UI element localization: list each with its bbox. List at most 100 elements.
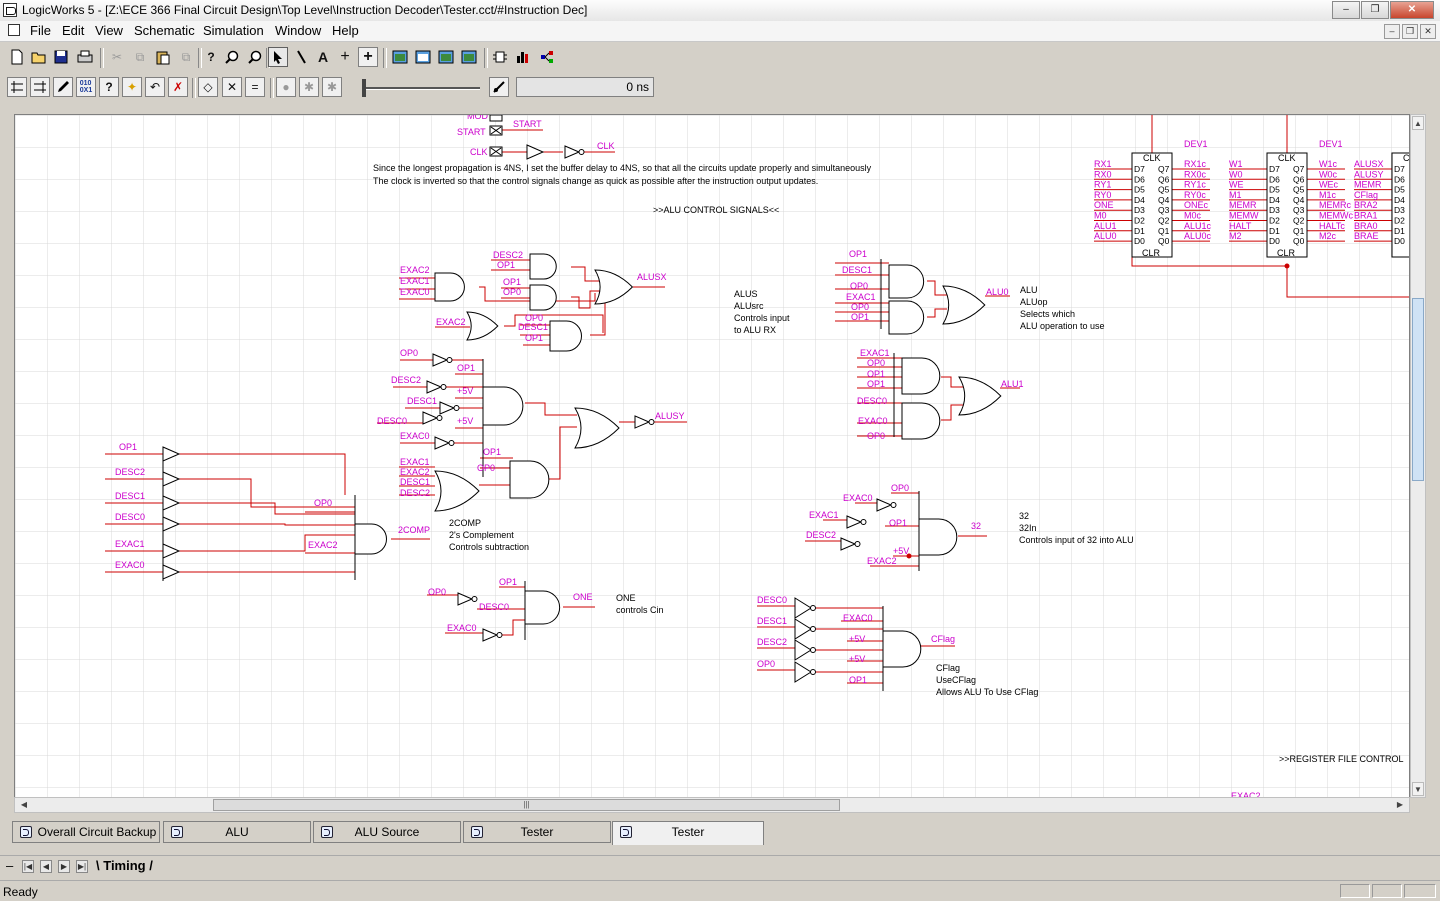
mdi-minimize-button[interactable]: – [1384,24,1400,39]
cross-x-icon[interactable]: ✕ [222,77,242,97]
app-icon[interactable] [3,3,17,17]
note-line-1: Since the longest propagation is 4NS, I … [373,163,872,173]
pointer-icon[interactable] [268,47,288,67]
mdi-restore-button[interactable]: ❐ [1402,24,1418,39]
scroll-down-icon[interactable]: ▼ [1412,782,1424,796]
signal-label: DESC2 [400,488,430,498]
mdi-close-button[interactable]: ✕ [1420,24,1436,39]
and-gate-alu0-2 [888,300,925,335]
chart-icon[interactable] [513,47,533,67]
simulation-speed-slider[interactable] [362,79,480,97]
save-icon[interactable] [51,47,71,67]
help-icon[interactable]: ? [201,47,221,67]
scroll-up-icon[interactable]: ▲ [1412,116,1424,130]
alus-desc-2: ALUsrc [734,301,764,311]
prev-icon[interactable]: ◀ [40,860,52,873]
signal-label: OP0 [503,287,521,297]
inverter-bubble [448,440,455,446]
scroll-right-icon[interactable]: ▶ [1393,799,1407,811]
inverter-bubble [810,626,816,632]
vertical-scroll-thumb[interactable] [1412,298,1424,481]
zoom-icon[interactable] [222,47,242,67]
window1-icon[interactable] [390,47,410,67]
paste-special-icon[interactable]: ⧉ [176,47,196,67]
timing-tab[interactable]: \ Timing / [96,858,153,873]
run-icon[interactable]: ● [276,77,296,97]
undo-icon[interactable]: ↶ [145,77,165,97]
delete-x-icon[interactable]: ✗ [168,77,188,97]
menu-view[interactable]: View [95,23,123,38]
wire-icon[interactable] [291,47,311,67]
cut-icon[interactable]: ✂ [107,47,127,67]
equals-icon[interactable]: = [245,77,265,97]
first-icon[interactable]: |◀ [22,860,34,873]
restore-button[interactable]: ❐ [1361,1,1389,19]
register-output-label: RX0c [1184,169,1207,179]
and-gate-2comp [354,523,387,555]
horizontal-scroll-thumb[interactable]: ||| [213,799,840,811]
scroll-left-icon[interactable]: ◀ [17,799,31,811]
signal-label: EXAC2 [400,467,430,477]
collapse-icon[interactable]: – [6,858,13,873]
register-output-label: M0c [1184,211,1202,221]
signal-label: OP1 [503,277,521,287]
vertical-scrollbar[interactable]: ▲ ▼ [1410,114,1426,798]
input-pin: D1 [1394,226,1405,236]
diamond-icon[interactable]: ◇ [198,77,218,97]
text-icon[interactable]: A [313,47,333,67]
menu-file[interactable]: File [30,23,51,38]
menu-edit[interactable]: Edit [62,23,84,38]
signal-label: OP1 [483,447,501,457]
network-icon[interactable] [537,47,557,67]
tab-tester-1[interactable]: Tester [463,821,611,843]
output-pin: Q1 [1293,226,1305,236]
add-icon[interactable]: + [358,47,378,67]
align-icon[interactable] [7,77,27,97]
signal-label: DESC2 [115,467,145,477]
input-pin: D4 [1134,195,1145,205]
window2-icon[interactable] [413,47,433,67]
open-icon[interactable] [29,47,49,67]
paste-icon[interactable] [153,47,173,67]
signal-label: EXAC2 [308,540,338,550]
menu-schematic[interactable]: Schematic [134,23,195,38]
distribute-icon[interactable] [30,77,50,97]
schematic-canvas[interactable]: MOD START START CLK CLK EXAC2 EXAC1 EXAC0 DESC2 O… [14,114,1410,798]
copy-icon[interactable]: ⧉ [130,47,150,67]
parts-icon[interactable] [490,47,510,67]
menu-simulation[interactable]: Simulation [203,23,264,38]
menu-window[interactable]: Window [275,23,321,38]
new-icon[interactable] [7,47,27,67]
close-button[interactable]: ✕ [1390,1,1434,19]
schematic-drawing[interactable]: MODSTARTSTARTCLKCLKEXAC2EXAC1EXAC0DESC2O… [15,115,1410,798]
next-icon[interactable]: ▶ [58,860,70,873]
star-icon[interactable]: ✦ [122,77,142,97]
cross-icon[interactable]: + [335,47,355,67]
document-icon[interactable] [8,24,20,36]
slider-thumb[interactable] [362,79,366,97]
zoom-area-icon[interactable] [245,47,265,67]
tab-alu-source[interactable]: ALU Source [313,821,461,843]
last-icon[interactable]: ▶| [76,860,88,873]
window3-icon[interactable] [436,47,456,67]
tab-overall-circuit-backup[interactable]: Overall Circuit Backup [12,821,160,843]
pen-icon[interactable] [53,77,73,97]
2comp-output-label: 2COMP [398,525,430,535]
print-icon[interactable] [75,47,95,67]
menu-help[interactable]: Help [332,23,359,38]
step2-icon[interactable]: ✱ [322,77,342,97]
signal-label: OP0 [314,498,332,508]
window4-icon[interactable] [459,47,479,67]
register-output-label: HALTc [1319,221,1345,231]
horizontal-scrollbar[interactable]: ◀ ||| ▶ [14,797,1410,813]
binary-icon[interactable]: 010 0X1 [76,77,96,97]
and-gate-32 [918,518,958,556]
minimize-button[interactable]: – [1332,1,1360,19]
speed-icon[interactable] [489,77,509,97]
title-bar: LogicWorks 5 - [Z:\ECE 366 Final Circuit… [0,0,1440,22]
signal-label: DESC2 [391,375,421,385]
step-icon[interactable]: ✱ [299,77,319,97]
tab-tester-2[interactable]: Tester [612,821,764,845]
tab-alu[interactable]: ALU [163,821,311,843]
probe-icon[interactable]: ? [99,77,119,97]
